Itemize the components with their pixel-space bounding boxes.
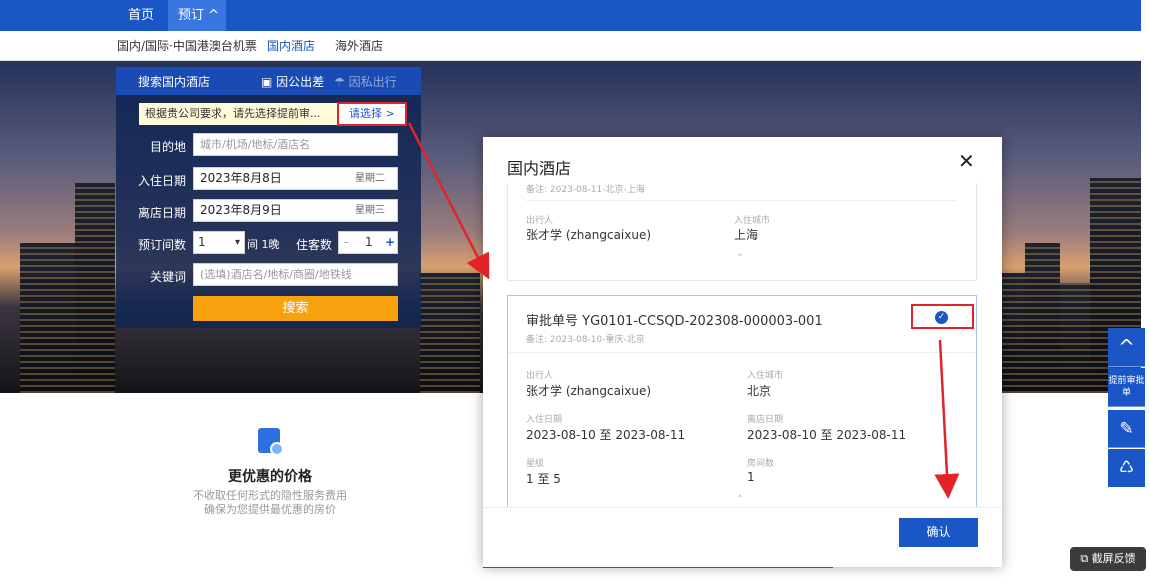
annotation-arrow-2 [934, 339, 960, 499]
annotation-arrow-1 [407, 122, 490, 280]
annotation-arrows [407, 122, 960, 499]
